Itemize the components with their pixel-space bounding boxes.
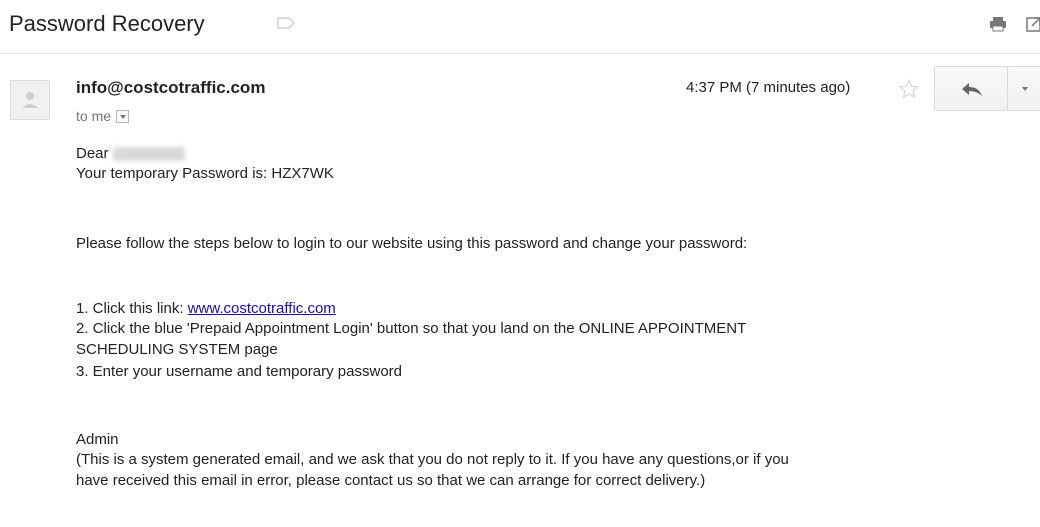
disclaimer-line-2: have received this email in error, pleas… [76,472,706,489]
email-timestamp: 4:37 PM (7 minutes ago) [686,79,851,96]
avatar-icon [22,92,38,108]
greeting-line: Dear [76,145,185,163]
greeting-text: Dear [76,145,109,162]
recipient-details-dropdown[interactable] [116,109,130,123]
temp-password-line: Your temporary Password is: HZX7WK [76,165,334,182]
reply-icon [962,83,982,96]
step-1-text: 1. Click this link: [76,300,188,317]
sender-address[interactable]: info@costcotraffic.com [76,78,265,98]
step-1: 1. Click this link: www.costcotraffic.co… [76,300,336,318]
step-3: 3. Enter your username and temporary pas… [76,363,402,380]
signoff: Admin [76,431,119,448]
website-link[interactable]: www.costcotraffic.com [188,300,336,317]
more-options-button[interactable] [1007,66,1040,111]
email-subject: Password Recovery [9,11,205,36]
email-header: Password Recovery [0,0,1040,54]
step-2: 2. Click the blue 'Prepaid Appointment L… [76,320,747,337]
step-2-continued: SCHEDULING SYSTEM page [76,341,278,358]
new-window-icon[interactable] [1026,16,1040,32]
disclaimer-line-1: (This is a system generated email, and w… [76,451,789,468]
recipient-label: to me [76,108,112,124]
avatar [10,80,50,120]
recipient-line: to me [76,108,130,124]
label-icon[interactable] [277,17,295,29]
redacted-name [112,147,185,162]
print-icon[interactable] [989,16,1007,32]
reply-button[interactable] [934,66,1008,111]
star-icon[interactable] [899,79,919,99]
instructions-intro: Please follow the steps below to login t… [76,235,748,252]
